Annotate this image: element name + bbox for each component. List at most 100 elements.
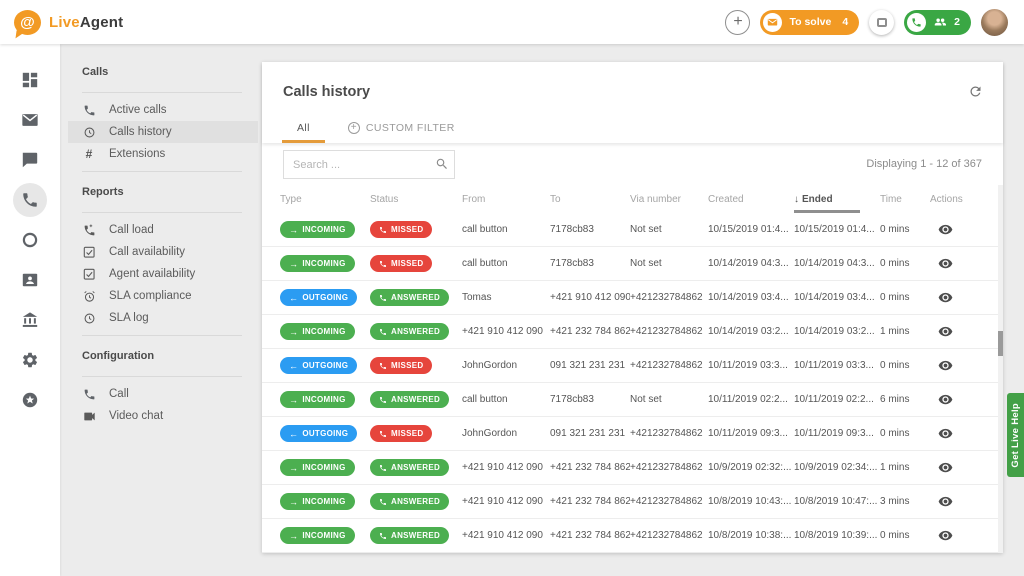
calls-history-panel: Calls history All + CUSTOM FILTER Displa… bbox=[262, 62, 1003, 553]
to-solve-label: To solve bbox=[789, 16, 832, 28]
view-call-button[interactable] bbox=[930, 256, 953, 271]
avatar[interactable] bbox=[981, 8, 1008, 36]
arrow-right-icon: → bbox=[289, 258, 299, 269]
arrow-right-icon: → bbox=[289, 496, 299, 507]
rail-nav-settings[interactable] bbox=[0, 340, 60, 380]
arrow-left-icon: ← bbox=[289, 428, 299, 439]
ring-icon bbox=[21, 231, 39, 249]
sidebar-item-call[interactable]: Call bbox=[68, 383, 258, 405]
sidebar-item-sla-compliance[interactable]: SLA compliance bbox=[68, 285, 258, 307]
column-ended[interactable]: ↓ Ended bbox=[794, 185, 880, 213]
tab-all[interactable]: All bbox=[282, 113, 325, 143]
brand-text: LiveAgent bbox=[49, 13, 124, 31]
status-badge: ANSWERED bbox=[370, 391, 450, 408]
calls-status-button[interactable]: 2 bbox=[904, 9, 971, 35]
table-row: ← OUTGOING MISSED JohnGordon 091 321 231 231… bbox=[262, 349, 1003, 383]
icon-rail bbox=[0, 44, 60, 576]
type-badge: → INCOMING bbox=[280, 527, 355, 544]
rail-nav-bank[interactable] bbox=[0, 300, 60, 340]
view-call-button[interactable] bbox=[930, 494, 953, 509]
rail-nav-star[interactable] bbox=[0, 380, 60, 420]
column-via[interactable]: Via number bbox=[630, 185, 708, 213]
tab-custom-filter-label: CUSTOM FILTER bbox=[365, 122, 455, 134]
sidebar-sections: Calls Active calls Calls history # Extension… bbox=[60, 44, 258, 576]
rail-nav-dashboard[interactable] bbox=[0, 60, 60, 100]
ended-cell: 10/15/2019 01:4... bbox=[794, 224, 875, 235]
divider bbox=[82, 92, 242, 93]
column-to[interactable]: To bbox=[550, 185, 630, 213]
ended-cell: 10/11/2019 09:3... bbox=[794, 428, 874, 439]
from-cell: +421 910 412 090 bbox=[462, 326, 543, 337]
video-icon bbox=[82, 410, 96, 423]
topbar: @ LiveAgent + To solve 4 2 bbox=[0, 0, 1024, 44]
sidebar-item-sla-log[interactable]: SLA log bbox=[68, 307, 258, 329]
view-call-button[interactable] bbox=[930, 324, 953, 339]
from-cell: call button bbox=[462, 258, 508, 269]
arrow-right-icon: → bbox=[289, 224, 299, 235]
rail-nav-contacts[interactable] bbox=[0, 260, 60, 300]
to-cell: 091 321 231 231 bbox=[550, 360, 626, 371]
sidebar-item-extensions[interactable]: # Extensions bbox=[68, 143, 258, 165]
scrollbar-thumb[interactable] bbox=[998, 331, 1003, 356]
to-solve-button[interactable]: To solve 4 bbox=[760, 9, 860, 35]
column-status[interactable]: Status bbox=[370, 185, 462, 213]
status-badge: ANSWERED bbox=[370, 493, 450, 510]
displaying-count: Displaying 1 - 12 of 367 bbox=[866, 158, 982, 170]
column-type[interactable]: Type bbox=[280, 185, 370, 213]
sidebar-item-label: Agent availability bbox=[109, 268, 196, 280]
search-button[interactable] bbox=[435, 157, 449, 171]
via-cell: +421232784862 bbox=[630, 428, 703, 439]
created-cell: 10/15/2019 01:4... bbox=[708, 224, 789, 235]
tab-custom-filter[interactable]: + CUSTOM FILTER bbox=[333, 113, 470, 143]
phone-icon bbox=[82, 104, 96, 117]
rail-nav-phone[interactable] bbox=[0, 180, 60, 220]
sidebar-item-call-load[interactable]: Call load bbox=[68, 219, 258, 241]
view-call-button[interactable] bbox=[930, 358, 953, 373]
eye-icon bbox=[938, 496, 953, 507]
view-call-button[interactable] bbox=[930, 290, 953, 305]
status-badge: MISSED bbox=[370, 357, 433, 374]
sidebar-item-label: Call load bbox=[109, 224, 154, 236]
table-row: → INCOMING ANSWERED +421 910 412 090 +421 23… bbox=[262, 315, 1003, 349]
eye-icon bbox=[938, 360, 953, 371]
via-cell: +421232784862 bbox=[630, 462, 703, 473]
eye-icon bbox=[938, 292, 953, 303]
view-call-button[interactable] bbox=[930, 528, 953, 543]
created-cell: 10/11/2019 09:3... bbox=[708, 428, 788, 439]
column-from[interactable]: From bbox=[462, 185, 550, 213]
add-button[interactable]: + bbox=[725, 9, 751, 35]
type-badge: → INCOMING bbox=[280, 221, 355, 238]
column-created[interactable]: Created bbox=[708, 185, 794, 213]
created-cell: 10/14/2019 03:4... bbox=[708, 292, 789, 303]
sidebar-item-active-calls[interactable]: Active calls bbox=[68, 99, 258, 121]
refresh-button[interactable] bbox=[968, 84, 983, 99]
view-call-button[interactable] bbox=[930, 426, 953, 441]
sidebar-item-call-availability[interactable]: Call availability bbox=[68, 241, 258, 263]
refresh-icon bbox=[970, 86, 981, 97]
table-row: ← OUTGOING MISSED JohnGordon 091 321 231 231… bbox=[262, 417, 1003, 451]
phone-icon bbox=[82, 388, 96, 401]
to-cell: 7178cb83 bbox=[550, 224, 594, 235]
sidebar-item-agent-availability[interactable]: Agent availability bbox=[68, 263, 258, 285]
view-call-button[interactable] bbox=[930, 392, 953, 407]
table-row: → INCOMING MISSED call button 7178cb83 Not se… bbox=[262, 213, 1003, 247]
sidebar-item-video-chat[interactable]: Video chat bbox=[68, 405, 258, 427]
widget-toggle-button[interactable] bbox=[869, 9, 895, 35]
mail-icon bbox=[21, 111, 39, 129]
column-time[interactable]: Time bbox=[880, 185, 930, 213]
search-input[interactable] bbox=[283, 150, 455, 179]
liveagent-logo[interactable]: @ LiveAgent bbox=[14, 9, 124, 35]
section-title-configuration: Configuration bbox=[82, 350, 155, 362]
rail-nav-ring[interactable] bbox=[0, 220, 60, 260]
view-call-button[interactable] bbox=[930, 222, 953, 237]
get-live-help-button[interactable]: Get Live Help bbox=[1007, 393, 1024, 477]
created-cell: 10/14/2019 03:2... bbox=[708, 326, 789, 337]
bank-icon bbox=[21, 311, 39, 329]
sidebar-item-label: SLA compliance bbox=[109, 290, 192, 302]
rail-nav-mail[interactable] bbox=[0, 100, 60, 140]
rail-nav-chat[interactable] bbox=[0, 140, 60, 180]
type-badge: ← OUTGOING bbox=[280, 289, 358, 306]
view-call-button[interactable] bbox=[930, 460, 953, 475]
sidebar-item-calls-history[interactable]: Calls history bbox=[68, 121, 258, 143]
to-cell: +421 232 784 862 bbox=[550, 496, 630, 507]
